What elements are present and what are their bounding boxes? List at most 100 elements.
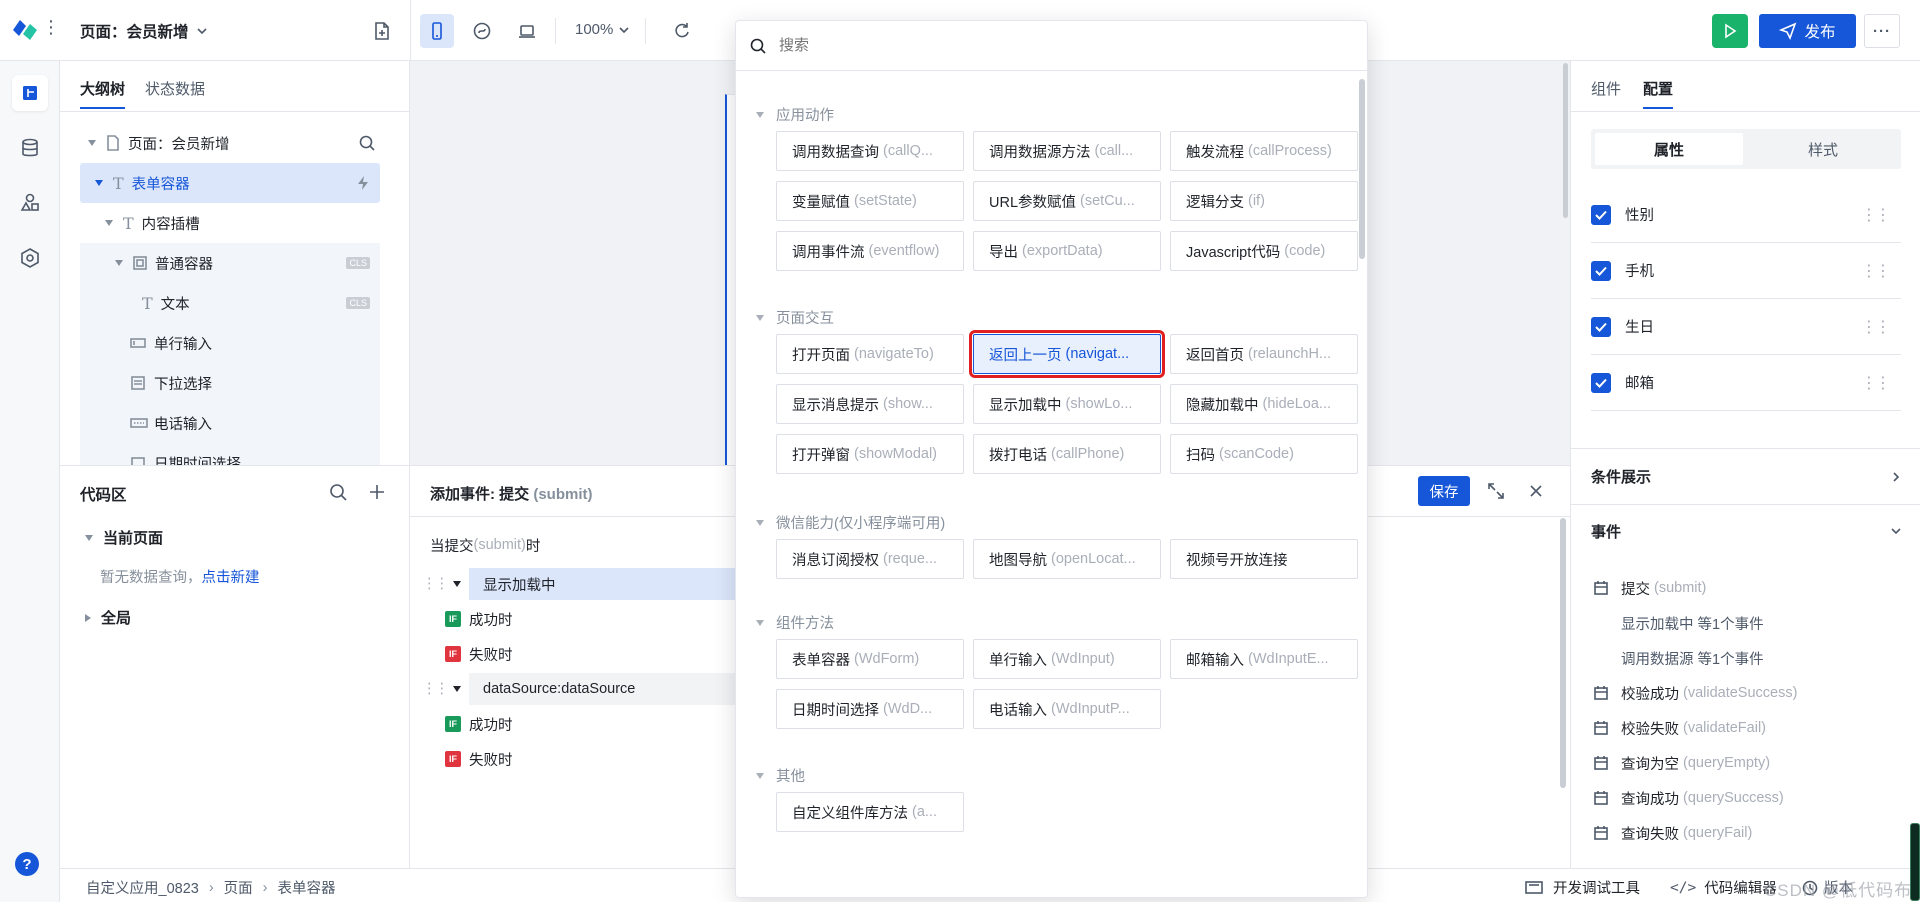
field-birthday[interactable]: 生日 ⋮⋮ [1591,299,1901,355]
desktop-view-button[interactable] [510,14,544,48]
more-button[interactable]: ··· [1864,14,1900,48]
tab-config[interactable]: 配置 [1643,78,1674,109]
action-option[interactable]: 视频号开放连接 [1170,539,1358,579]
panel-scrollbar[interactable] [1560,518,1566,788]
drag-handle-icon[interactable]: ⋮⋮ [1861,317,1891,337]
branch-fail[interactable]: IF 失败时 [445,743,513,775]
mobile-view-button[interactable] [420,14,454,48]
action-block[interactable]: dataSource:dataSource [469,673,769,705]
action-option[interactable]: Javascript代码 (code) [1170,231,1358,271]
field-email[interactable]: 邮箱 ⋮⋮ [1591,355,1901,411]
action-search-input[interactable] [779,37,1339,54]
segment-properties[interactable]: 属性 [1595,133,1743,165]
action-section-header[interactable]: 应用动作 [756,104,834,125]
save-button[interactable]: 保存 [1418,476,1470,506]
components-nav[interactable] [12,185,48,221]
event-item[interactable]: 查询为空 (queryEmpty) [1593,748,1770,778]
lightning-icon[interactable] [356,175,370,191]
action-option[interactable]: 逻辑分支 (if) [1170,181,1358,221]
current-page-group[interactable]: 当前页面 [85,527,163,548]
close-icon[interactable] [1528,483,1544,499]
branch-fail[interactable]: IF 失败时 [445,638,513,670]
tree-node-page[interactable]: 页面：会员新增 [80,123,380,163]
canvas-scrollbar[interactable] [1560,61,1570,465]
action-option[interactable]: 导出 (exportData) [973,231,1161,271]
action-option[interactable]: 日期时间选择 (WdD... [776,689,964,729]
devtools-button[interactable]: 开发调试工具 [1525,877,1640,898]
branch-success[interactable]: IF 成功时 [445,603,513,635]
settings-nav[interactable] [12,240,48,276]
tree-node-phone-input[interactable]: 电话输入 [80,403,380,443]
event-item[interactable]: 提交 (submit) [1593,573,1706,603]
breadcrumb-item[interactable]: 页面 [224,877,253,898]
condition-display-section[interactable]: 条件展示 [1571,449,1920,504]
search-icon[interactable] [328,482,348,502]
refresh-button[interactable] [665,14,699,48]
action-option[interactable]: 拨打电话 (callPhone) [973,434,1161,474]
action-row-show-loading[interactable]: ⋮⋮ 显示加载中 [422,568,769,600]
breadcrumb-item[interactable]: 表单容器 [278,877,336,898]
help-button[interactable]: ? [15,852,39,876]
action-option[interactable]: 显示消息提示 (show... [776,384,964,424]
drag-handle-icon[interactable]: ⋮⋮ [422,576,449,592]
action-section-header[interactable]: 组件方法 [756,612,834,633]
field-gender[interactable]: 性别 ⋮⋮ [1591,187,1901,243]
publish-button[interactable]: 发布 [1759,14,1856,48]
drag-handle-icon[interactable]: ⋮⋮ [1861,373,1891,393]
action-option[interactable]: 返回首页 (relaunchH... [1170,334,1358,374]
action-section-header[interactable]: 微信能力(仅小程序端可用) [756,512,945,533]
tab-outline-tree[interactable]: 大纲树 [80,78,126,109]
event-item[interactable]: 校验失败 (validateFail) [1593,713,1766,743]
tree-node-single-input[interactable]: 单行输入 [80,323,380,363]
action-option[interactable]: URL参数赋值 (setCu... [973,181,1161,221]
action-option[interactable]: 打开页面 (navigateTo) [776,334,964,374]
breadcrumb-item[interactable]: 自定义应用_0823 [86,877,199,898]
plus-icon[interactable] [368,483,386,501]
action-option[interactable]: 调用事件流 (eventflow) [776,231,964,271]
tree-node-form-container[interactable]: T 表单容器 [80,163,380,203]
dropdown-scrollbar[interactable] [1359,79,1365,259]
tree-node-datetime[interactable]: 日期时间选择 [80,443,380,465]
app-menu-icon[interactable]: ⋮ [42,18,60,36]
action-option[interactable]: 扫码 (scanCode) [1170,434,1358,474]
action-section-header[interactable]: 页面交互 [756,307,834,328]
action-option[interactable]: 显示加载中 (showLo... [973,384,1161,424]
outline-tree-nav[interactable] [12,75,48,111]
checkbox[interactable] [1591,372,1611,393]
action-block[interactable]: 显示加载中 [469,568,769,600]
zoom-select[interactable]: 100% [575,21,630,38]
action-option[interactable]: 变量赋值 (setState) [776,181,964,221]
action-option[interactable]: 地图导航 (openLocat... [973,539,1161,579]
miniprogram-view-button[interactable] [465,14,499,48]
tree-node-content-slot[interactable]: T 内容插槽 [80,203,380,243]
tree-node-text[interactable]: T 文本 CLS [80,283,380,323]
event-item[interactable]: 查询失败 (queryFail) [1593,818,1752,848]
expand-icon[interactable] [1486,481,1506,501]
action-option[interactable]: 自定义组件库方法 (a... [776,792,964,832]
action-section-header[interactable]: 其他 [756,765,805,786]
action-option[interactable]: 隐藏加载中 (hideLoa... [1170,384,1358,424]
action-option[interactable]: 表单容器 (WdForm) [776,639,964,679]
action-option[interactable]: 触发流程 (callProcess) [1170,131,1358,171]
page-selector[interactable]: 页面：会员新增 [80,20,209,42]
action-option[interactable]: 消息订阅授权 (reque... [776,539,964,579]
tree-node-container[interactable]: 普通容器 CLS [80,243,380,283]
field-phone[interactable]: 手机 ⋮⋮ [1591,243,1901,299]
search-icon[interactable] [358,134,376,152]
action-row-datasource[interactable]: ⋮⋮ dataSource:dataSource [422,673,769,705]
checkbox[interactable] [1591,316,1611,337]
action-option[interactable]: 电话输入 (WdInputP... [973,689,1161,729]
data-model-nav[interactable] [12,130,48,166]
action-option[interactable]: 返回上一页 (navigat... [969,330,1165,378]
tab-components[interactable]: 组件 [1591,78,1621,99]
create-query-link[interactable]: 点击新建 [202,570,260,586]
tree-node-dropdown-select[interactable]: 下拉选择 [80,363,380,403]
checkbox[interactable] [1591,204,1611,225]
event-item[interactable]: 查询成功 (querySuccess) [1593,783,1784,813]
action-option[interactable]: 打开弹窗 (showModal) [776,434,964,474]
tab-state-data[interactable]: 状态数据 [145,78,205,99]
event-item[interactable]: 校验成功 (validateSuccess) [1593,678,1797,708]
drag-handle-icon[interactable]: ⋮⋮ [1861,261,1891,281]
global-group[interactable]: 全局 [85,607,131,628]
event-item[interactable]: 显示加载中 等1个事件 [1621,608,1764,638]
